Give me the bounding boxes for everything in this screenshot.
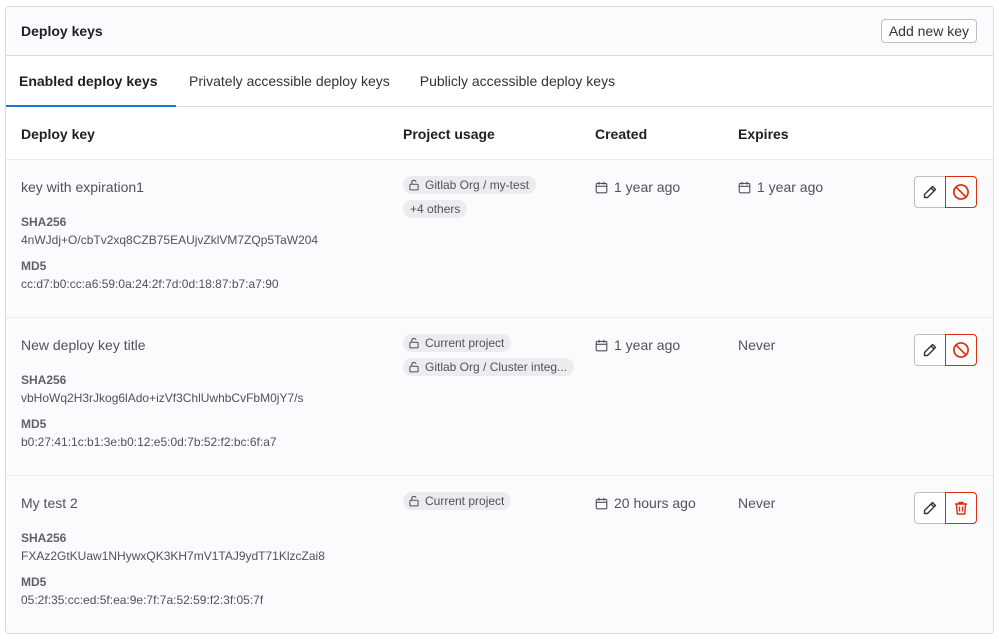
- project-usage-list: Gitlab Org / my-test +4 others: [403, 176, 537, 218]
- created-text: 20 hours ago: [614, 495, 696, 511]
- created-text: 1 year ago: [614, 179, 681, 195]
- expires-text: 1 year ago: [757, 179, 824, 195]
- md5-label: MD5: [21, 575, 47, 589]
- md5-fingerprint: cc:d7:b0:cc:a6:59:0a:24:2f:7d:0d:18:87:b…: [21, 277, 279, 291]
- card-header: Deploy keys Add new key: [6, 7, 993, 56]
- tab-enabled-deploy-keys[interactable]: Enabled deploy keys: [6, 56, 176, 107]
- deploy-keys-tabs: Enabled deploy keys Privately accessible…: [6, 56, 993, 107]
- row-actions: [914, 334, 977, 366]
- created-text: 1 year ago: [614, 337, 681, 353]
- column-created: Created: [595, 126, 648, 142]
- delete-key-button[interactable]: [945, 492, 977, 524]
- expires-date: Never: [738, 337, 775, 353]
- calendar-icon: [595, 339, 608, 351]
- lock-open-icon: [409, 337, 419, 349]
- expires-text: Never: [738, 495, 776, 511]
- row-actions: [914, 492, 977, 524]
- project-badge[interactable]: Gitlab Org / Cluster integ...: [403, 358, 575, 376]
- sha256-label: SHA256: [21, 373, 67, 387]
- table-row: New deploy key title SHA256 vbHoWq2H3rJk…: [6, 318, 993, 476]
- created-date: 20 hours ago: [595, 495, 696, 511]
- column-expires: Expires: [738, 126, 789, 142]
- project-badge-label: +4 others: [410, 202, 461, 216]
- project-badge-label: Current project: [425, 336, 505, 350]
- key-title: New deploy key title: [21, 337, 146, 353]
- card-title: Deploy keys: [21, 23, 103, 39]
- md5-label: MD5: [21, 417, 47, 431]
- expires-date: 1 year ago: [738, 179, 823, 195]
- table-body: key with expiration1 SHA256 4nWJdj+O/cbT…: [6, 160, 993, 633]
- table-row: My test 2 SHA256 FXAz2GtKUaw1NHywxQK3KH7…: [6, 476, 993, 633]
- edit-key-button[interactable]: [914, 334, 946, 366]
- md5-label: MD5: [21, 259, 47, 273]
- created-date: 1 year ago: [595, 179, 680, 195]
- edit-key-button[interactable]: [914, 492, 946, 524]
- md5-fingerprint: 05:2f:35:cc:ed:5f:ea:9e:7f:7a:52:59:f2:3…: [21, 593, 264, 607]
- sha256-fingerprint: 4nWJdj+O/cbTv2xq8CZB75EAUjvZklVM7ZQp5TaW…: [21, 233, 319, 247]
- project-badge[interactable]: Gitlab Org / my-test: [403, 176, 537, 194]
- column-project-usage: Project usage: [403, 126, 495, 142]
- table-header: Deploy key Project usage Created Expires: [6, 107, 993, 160]
- remove-icon: [953, 184, 969, 200]
- sha256-fingerprint: vbHoWq2H3rJkog6lAdo+izVf3ChlUwhbCvFbM0jY…: [21, 391, 304, 405]
- sha256-label: SHA256: [21, 215, 67, 229]
- expires-date: Never: [738, 495, 775, 511]
- trash-icon: [955, 501, 967, 515]
- lock-open-icon: [409, 361, 419, 373]
- calendar-icon: [595, 181, 608, 193]
- project-badge[interactable]: Current project: [403, 334, 512, 352]
- column-deploy-key: Deploy key: [21, 126, 95, 142]
- key-title: My test 2: [21, 495, 78, 511]
- edit-key-button[interactable]: [914, 176, 946, 208]
- tab-publicly-accessible-deploy-keys[interactable]: Publicly accessible deploy keys: [405, 56, 628, 106]
- project-usage-list: Current project: [403, 492, 512, 510]
- table-row: key with expiration1 SHA256 4nWJdj+O/cbT…: [6, 160, 993, 318]
- row-actions: [914, 176, 977, 208]
- project-usage-list: Current project Gitlab Org / Cluster inte…: [403, 334, 575, 376]
- more-projects-badge[interactable]: +4 others: [403, 200, 468, 218]
- project-badge-label: Gitlab Org / Cluster integ...: [425, 360, 568, 374]
- sha256-fingerprint: FXAz2GtKUaw1NHywxQK3KH7mV1TAJ9ydT71KlzcZ…: [21, 549, 325, 563]
- pencil-icon: [923, 501, 937, 515]
- revoke-key-button[interactable]: [945, 334, 977, 366]
- project-badge-label: Current project: [425, 494, 505, 508]
- calendar-icon: [738, 181, 751, 193]
- sha256-label: SHA256: [21, 531, 67, 545]
- add-new-key-button[interactable]: Add new key: [880, 19, 977, 43]
- deploy-keys-card: Deploy keys Add new key Enabled deploy k…: [5, 6, 994, 634]
- project-badge[interactable]: Current project: [403, 492, 512, 510]
- expires-text: Never: [738, 337, 776, 353]
- pencil-icon: [923, 185, 937, 199]
- md5-fingerprint: b0:27:41:1c:b1:3e:b0:12:e5:0d:7b:52:f2:b…: [21, 435, 277, 449]
- lock-open-icon: [409, 179, 419, 191]
- remove-icon: [953, 342, 969, 358]
- revoke-key-button[interactable]: [945, 176, 977, 208]
- key-title: key with expiration1: [21, 179, 144, 195]
- project-badge-label: Gitlab Org / my-test: [425, 178, 530, 192]
- created-date: 1 year ago: [595, 337, 680, 353]
- calendar-icon: [595, 497, 608, 509]
- tab-privately-accessible-deploy-keys[interactable]: Privately accessible deploy keys: [176, 56, 405, 106]
- lock-open-icon: [409, 495, 419, 507]
- pencil-icon: [923, 343, 937, 357]
